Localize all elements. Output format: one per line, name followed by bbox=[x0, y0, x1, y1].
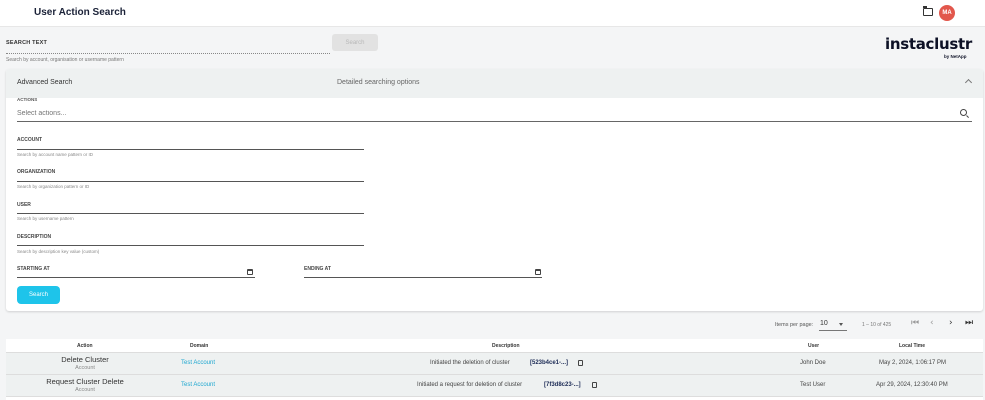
cluster-id-link[interactable]: [7f3d8c23-...] bbox=[544, 382, 581, 388]
column-header-action[interactable]: Action bbox=[77, 343, 93, 349]
starting-at-input[interactable] bbox=[17, 277, 255, 278]
local-time: Apr 29, 2024, 12:30:40 PM bbox=[876, 382, 948, 388]
search-icon[interactable] bbox=[960, 109, 967, 116]
domain-link[interactable]: Test Account bbox=[181, 360, 215, 366]
action-name: Request Cluster Delete bbox=[46, 377, 124, 386]
user-name: Test User bbox=[800, 382, 826, 388]
advanced-search-button[interactable]: Search bbox=[17, 286, 60, 304]
items-per-page-underline bbox=[819, 330, 847, 331]
previous-page-icon[interactable]: ‹ bbox=[930, 318, 934, 328]
description-text: Initiated a request for deletion of clus… bbox=[417, 382, 523, 388]
domain-link[interactable]: Test Account bbox=[181, 382, 215, 388]
copy-icon[interactable] bbox=[578, 360, 583, 366]
calendar-icon[interactable] bbox=[247, 269, 253, 275]
action-name: Delete Cluster bbox=[61, 355, 109, 364]
logo-subtitle: by NetApp bbox=[944, 54, 967, 59]
organization-input[interactable] bbox=[17, 181, 364, 182]
chevron-down-icon[interactable] bbox=[839, 323, 843, 326]
cluster-id-link[interactable]: [523b4ce1-...] bbox=[530, 360, 568, 366]
folder-icon[interactable] bbox=[923, 6, 933, 16]
calendar-icon[interactable] bbox=[535, 269, 541, 275]
actions-select-input[interactable] bbox=[17, 106, 972, 122]
search-text-hint: Search by account, organisation or usern… bbox=[6, 57, 124, 63]
description-label: DESCRIPTION bbox=[17, 234, 52, 240]
app-header bbox=[0, 0, 985, 27]
starting-at-label: STARTING AT bbox=[17, 266, 50, 272]
organization-hint: Search by organization pattern or ID bbox=[17, 184, 90, 189]
next-page-icon[interactable]: › bbox=[949, 318, 953, 328]
last-page-icon[interactable]: ⏭ bbox=[965, 318, 973, 328]
account-label: ACCOUNT bbox=[17, 137, 42, 143]
items-per-page-select[interactable]: 10 bbox=[820, 320, 828, 327]
advanced-search-title: Advanced Search bbox=[17, 79, 73, 86]
search-text-label: SEARCH TEXT bbox=[6, 40, 48, 46]
instaclustr-logo: instaclustr bbox=[885, 35, 972, 53]
column-header-local-time[interactable]: Local Time bbox=[899, 343, 925, 349]
user-label: USER bbox=[17, 202, 31, 208]
organization-label: ORGANIZATION bbox=[17, 169, 56, 175]
description-text: Initiated the deletion of cluster bbox=[430, 360, 510, 366]
column-header-user[interactable]: User bbox=[808, 343, 819, 349]
advanced-search-description: Detailed searching options bbox=[337, 79, 420, 86]
description-input[interactable] bbox=[17, 245, 364, 246]
search-text-input[interactable] bbox=[6, 53, 330, 54]
account-hint: Search by account name pattern or ID bbox=[17, 152, 94, 157]
action-category: Account bbox=[75, 365, 95, 371]
user-input[interactable] bbox=[17, 213, 364, 214]
account-input[interactable] bbox=[17, 149, 364, 150]
pagination-range: 1 – 10 of 425 bbox=[862, 322, 892, 328]
column-header-domain[interactable]: Domain bbox=[190, 343, 208, 349]
action-category: Account bbox=[75, 387, 95, 393]
description-hint: Search by description key value (custom) bbox=[17, 249, 100, 254]
page-title: User Action Search bbox=[34, 7, 126, 18]
user-avatar[interactable]: MA bbox=[939, 5, 955, 21]
ending-at-input[interactable] bbox=[304, 277, 542, 278]
user-hint: Search by username pattern bbox=[17, 216, 74, 221]
items-per-page-label: Items per page: bbox=[775, 322, 814, 328]
first-page-icon[interactable]: ⏮ bbox=[911, 318, 919, 328]
actions-label: ACTIONS bbox=[17, 97, 38, 102]
search-text-button[interactable]: Search bbox=[332, 34, 378, 51]
copy-icon[interactable] bbox=[592, 382, 597, 388]
ending-at-label: ENDING AT bbox=[304, 266, 331, 272]
advanced-search-header[interactable] bbox=[6, 69, 983, 98]
user-name: John Doe bbox=[800, 360, 826, 366]
column-header-description[interactable]: Description bbox=[492, 343, 520, 349]
local-time: May 2, 2024, 1:06:17 PM bbox=[879, 360, 947, 366]
